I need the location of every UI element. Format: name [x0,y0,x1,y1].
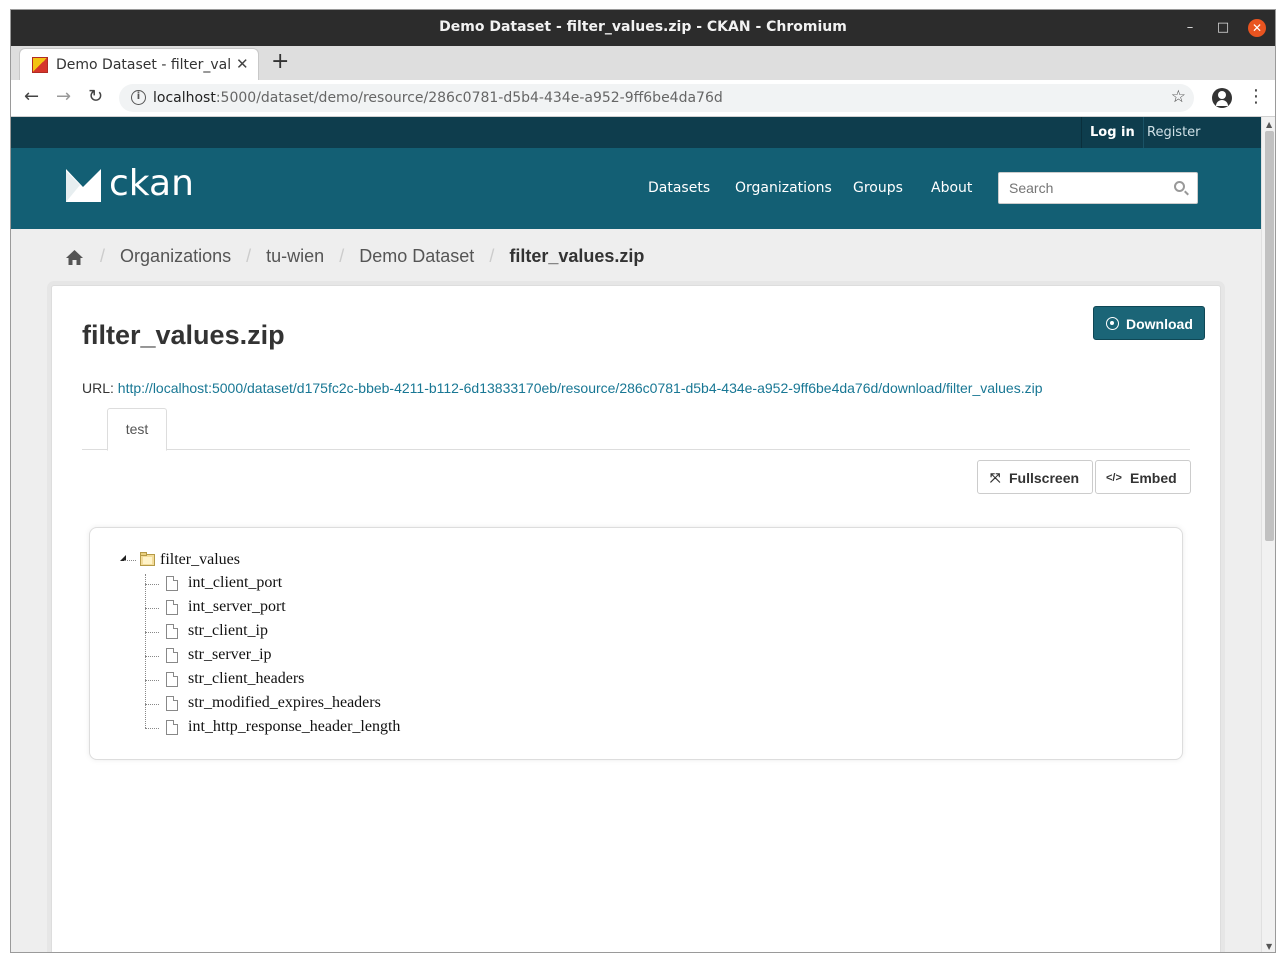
forward-icon[interactable]: → [56,87,71,107]
account-bar: Log in Register [11,117,1261,148]
file-icon [166,624,178,639]
url-path: :5000/dataset/demo/resource/286c0781-d5b… [215,90,723,106]
breadcrumb-current[interactable]: filter_values.zip [509,246,644,267]
page-scrollbar[interactable]: ▲ ▼ [1261,117,1275,952]
resource-url-line: URL: http://localhost:5000/dataset/d175f… [82,380,1043,396]
file-name: str_server_ip [188,646,272,663]
scroll-down-icon[interactable]: ▼ [1266,942,1272,951]
ckan-favicon-icon [32,57,48,73]
breadcrumb-separator: / [246,245,252,266]
breadcrumb-separator: / [489,245,495,266]
file-icon [166,672,178,687]
download-button[interactable]: Download [1093,306,1205,340]
download-icon [1106,317,1119,330]
breadcrumb-dataset[interactable]: Demo Dataset [359,246,474,267]
browser-tab[interactable]: Demo Dataset - filter_values.zip ✕ [19,48,259,80]
file-icon [166,576,178,591]
window-title: Demo Dataset - filter_values.zip - CKAN … [439,19,847,35]
site-search [998,172,1198,204]
back-icon[interactable]: ← [24,87,39,107]
file-name: int_server_port [188,598,286,615]
bookmark-star-icon[interactable]: ☆ [1171,87,1186,107]
browser-window: Demo Dataset - filter_values.zip - CKAN … [10,9,1276,953]
file-name: str_client_ip [188,622,268,639]
ckan-logo-text[interactable]: ckan [109,163,194,204]
tab-strip: Demo Dataset - filter_values.zip ✕ + [11,46,1275,80]
masthead: ckan Datasets Organizations Groups About [11,148,1261,229]
nav-groups[interactable]: Groups [853,180,903,196]
nav-datasets[interactable]: Datasets [648,180,710,196]
embed-label: Embed [1130,470,1177,486]
embed-code-icon: </> [1106,472,1122,484]
breadcrumb-separator: / [100,245,106,266]
scrollbar-thumb[interactable] [1265,131,1274,541]
breadcrumb-organization[interactable]: tu-wien [266,246,324,267]
login-link[interactable]: Log in [1081,117,1144,148]
tree-connector [145,656,159,657]
browser-toolbar: ← → ↻ i localhost:5000/dataset/demo/reso… [11,80,1275,117]
tree-connector [145,680,159,681]
page-title: filter_values.zip [82,320,285,350]
tree-connector [145,728,159,729]
breadcrumb: / Organizations / tu-wien / Demo Dataset… [66,245,644,269]
download-label: Download [1126,316,1193,332]
tree-connector [145,632,159,633]
fullscreen-label: Fullscreen [1009,470,1080,486]
nav-about[interactable]: About [931,180,972,196]
zip-preview-tree: filter_values int_client_port int_server… [89,527,1183,760]
new-tab-icon[interactable]: + [271,51,289,73]
file-icon [166,696,178,711]
file-icon [166,600,178,615]
tree-connector [145,704,159,705]
close-tab-icon[interactable]: ✕ [236,55,249,73]
scroll-up-icon[interactable]: ▲ [1266,120,1272,129]
file-icon [166,648,178,663]
reload-icon[interactable]: ↻ [88,87,103,107]
breadcrumb-organizations[interactable]: Organizations [120,246,231,267]
nav-organizations[interactable]: Organizations [735,180,832,196]
page-viewport: Log in Register ckan Datasets Organizati… [11,117,1261,952]
file-name: str_client_headers [188,670,305,687]
profile-avatar-icon[interactable] [1212,88,1232,108]
resource-panel: filter_values.zip Download URL: http://l… [51,285,1221,952]
register-link[interactable]: Register [1147,125,1201,140]
tab-title: Demo Dataset - filter_values.zip [56,57,232,73]
close-window-icon[interactable]: ✕ [1248,19,1266,37]
file-name: int_client_port [188,574,283,591]
folder-icon [140,552,155,566]
breadcrumb-separator: / [339,245,345,266]
browser-menu-icon[interactable]: ⋮ [1247,87,1265,107]
search-input[interactable] [999,173,1169,203]
address-url[interactable]: localhost:5000/dataset/demo/resource/286… [153,90,723,106]
fullscreen-icon: ⤧ [990,470,1001,485]
embed-button[interactable]: </> Embed [1095,460,1191,494]
fullscreen-button[interactable]: ⤧ Fullscreen [977,460,1093,494]
maximize-icon[interactable]: □ [1214,19,1232,37]
url-label: URL: [82,380,114,396]
site-info-icon[interactable]: i [131,90,146,105]
tree-connector [145,584,159,585]
file-icon [166,720,178,735]
resource-url-link[interactable]: http://localhost:5000/dataset/d175fc2c-b… [118,380,1043,396]
tree-root-folder[interactable]: filter_values [160,551,240,569]
tree-connector [145,608,159,609]
tab-test[interactable]: test [107,408,167,451]
url-host: localhost [153,90,216,106]
search-icon[interactable] [1174,181,1185,192]
view-tabs: test [82,408,1190,451]
title-bar: Demo Dataset - filter_values.zip - CKAN … [11,10,1275,46]
address-bar[interactable]: i localhost:5000/dataset/demo/resource/2… [119,84,1194,112]
tree-connector [124,560,136,561]
collapse-arrow-icon[interactable] [118,551,130,563]
minimize-icon[interactable]: – [1181,19,1199,37]
file-name: str_modified_expires_headers [188,694,381,711]
ckan-logo-icon[interactable] [66,169,101,202]
file-name: int_http_response_header_length [188,718,401,735]
home-icon[interactable] [66,249,83,265]
